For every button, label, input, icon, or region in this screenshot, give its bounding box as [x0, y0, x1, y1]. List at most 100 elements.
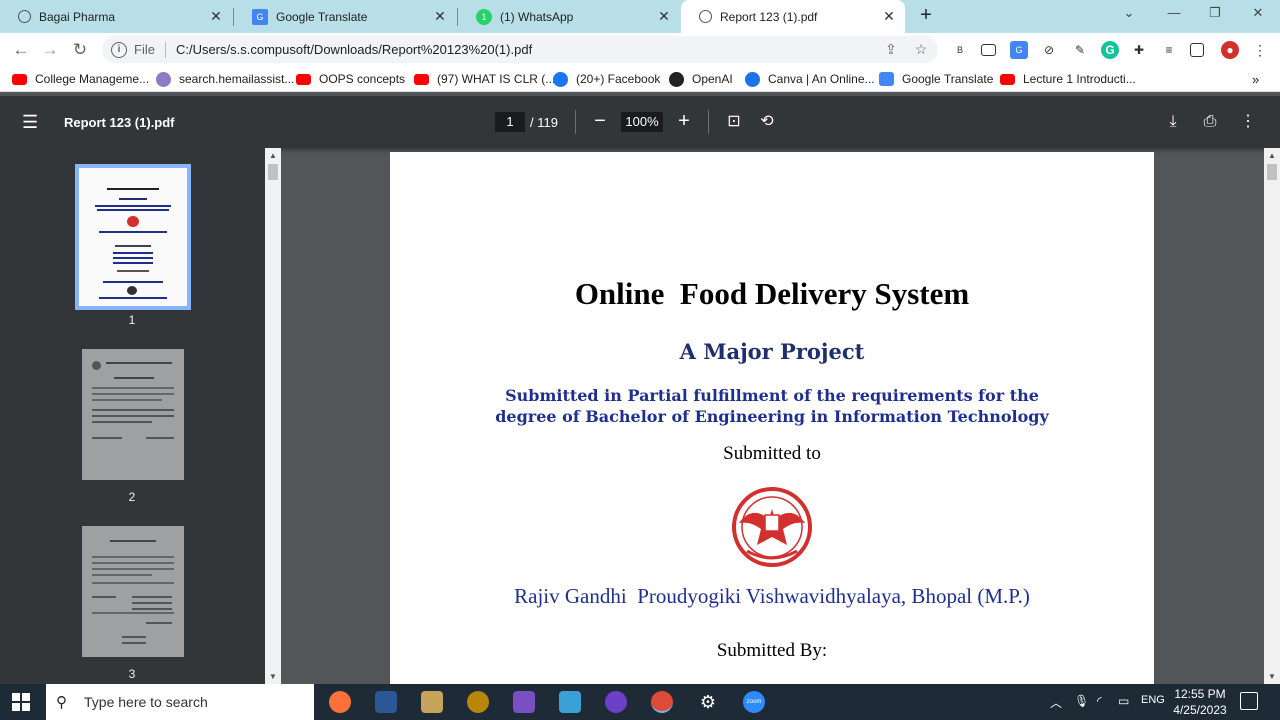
fulfillment-line-1: Submitted in Partial fulfillment of the … [505, 386, 1039, 405]
side-panel-icon[interactable] [1190, 43, 1204, 57]
tab-google-translate[interactable]: G Google Translate ✕ [234, 0, 456, 33]
tab-whatsapp[interactable]: 1 (1) WhatsApp ✕ [458, 0, 680, 33]
more-bookmarks-chevron-icon[interactable]: » [1252, 70, 1259, 88]
back-button[interactable]: ← [10, 39, 32, 61]
bookmark-star-icon[interactable]: ☆ [912, 41, 930, 59]
menu-icon[interactable]: ☰ [22, 112, 42, 132]
clock[interactable]: 12:55 PM 4/25/2023 [1172, 686, 1228, 718]
bookmark-what-is-clr[interactable]: (97) WHAT IS CLR (... [414, 70, 555, 88]
scrollbar-thumb[interactable] [268, 164, 278, 180]
scroll-up-arrow-icon[interactable]: ▲ [265, 151, 281, 160]
reload-button[interactable]: ↻ [69, 39, 91, 61]
page-number-input[interactable]: 1 [495, 112, 525, 132]
eyedropper-icon[interactable]: ✎ [1071, 41, 1089, 59]
profile-avatar[interactable]: ● [1221, 41, 1239, 59]
restore-button[interactable]: ❐ [1205, 5, 1225, 21]
refresh-blocker-icon[interactable]: ⊘ [1040, 41, 1058, 59]
tab-label: Google Translate [276, 9, 368, 24]
tab-label: Bagai Pharma [39, 9, 116, 24]
google-translate-icon [879, 72, 894, 86]
canva-icon [745, 71, 760, 87]
taskbar-search-box[interactable]: ⚲ Type here to search [46, 684, 314, 720]
scroll-down-arrow-icon[interactable]: ▼ [1264, 672, 1280, 681]
extensions-puzzle-icon[interactable]: ✚ [1130, 41, 1148, 59]
bookmark-openai[interactable]: OpenAI [669, 70, 733, 88]
bookmark-oops-concepts[interactable]: OOPS concepts [296, 70, 405, 88]
clock-time: 12:55 PM [1174, 687, 1226, 701]
bookmark-college-management[interactable]: College Manageme... [12, 70, 149, 88]
azure-data-studio-icon[interactable] [559, 691, 581, 713]
picture-in-picture-icon[interactable] [981, 44, 996, 56]
more-options-icon[interactable]: ⋮ [1251, 41, 1269, 59]
info-icon[interactable]: i [111, 41, 127, 58]
sidebar-scrollbar[interactable]: ▲ ▼ [265, 148, 281, 684]
youtube-icon [296, 73, 311, 85]
document-scrollbar[interactable]: ▲ ▼ [1264, 148, 1280, 684]
rotate-icon[interactable]: ⟲ [755, 110, 779, 134]
bookmark-search-hemailassist[interactable]: search.hemailassist... [156, 70, 294, 88]
zoom-in-button[interactable]: + [672, 110, 696, 134]
paint-icon[interactable] [467, 691, 489, 713]
forward-button[interactable]: → [39, 39, 61, 61]
thumbnail-number: 2 [128, 490, 136, 504]
microphone-icon[interactable]: 🎙 [1074, 694, 1089, 708]
thumbnail-page-2[interactable] [82, 349, 184, 480]
page-total: / 119 [530, 115, 558, 130]
fit-to-page-icon[interactable]: ⊡ [722, 110, 746, 134]
print-icon[interactable]: ⎙ [1198, 110, 1222, 134]
tray-chevron-icon[interactable]: ︿ [1050, 694, 1062, 711]
submitted-to-label: Submitted to [723, 443, 821, 464]
zoom-out-button[interactable]: − [588, 110, 612, 134]
minimize-button[interactable]: — [1164, 5, 1184, 20]
more-actions-icon[interactable]: ⋮ [1236, 110, 1260, 134]
facebook-icon [553, 71, 568, 87]
visual-studio-icon[interactable] [513, 691, 535, 713]
close-window-button[interactable]: ✕ [1248, 5, 1268, 21]
share-icon[interactable]: ⇪ [882, 41, 900, 59]
bookmark-facebook[interactable]: (20+) Facebook [553, 70, 660, 88]
url-text[interactable]: C:/Users/s.s.compusoft/Downloads/Report%… [176, 42, 532, 57]
wifi-icon[interactable]: ◜ [1097, 694, 1102, 708]
zoom-app-icon[interactable]: zoom [743, 691, 765, 713]
settings-gear-icon[interactable]: ⚙ [697, 691, 719, 713]
github-desktop-icon[interactable] [605, 691, 627, 713]
search-icon: ⚲ [56, 694, 67, 711]
report-title: Online Food Delivery System [574, 276, 970, 311]
scroll-down-arrow-icon[interactable]: ▼ [265, 672, 281, 681]
scrollbar-thumb[interactable] [1267, 164, 1277, 180]
reading-list-icon[interactable]: ≡ [1160, 41, 1178, 59]
firefox-icon[interactable] [329, 691, 351, 713]
language-indicator[interactable]: ENG [1141, 694, 1165, 706]
bookmark-lecture-1[interactable]: Lecture 1 Introducti... [1000, 70, 1136, 88]
tab-strip: Bagai Pharma ✕ G Google Translate ✕ 1 (1… [0, 0, 1280, 33]
download-icon[interactable]: ⤓ [1161, 110, 1185, 134]
extension-b-icon[interactable]: B [951, 41, 969, 59]
bookmark-google-translate[interactable]: Google Translate [879, 70, 993, 88]
bookmark-label: OpenAI [692, 72, 733, 86]
close-icon[interactable]: ✕ [656, 8, 672, 24]
chrome-icon[interactable] [651, 691, 673, 713]
file-tools-icon[interactable] [421, 691, 443, 713]
tab-report-pdf[interactable]: Report 123 (1).pdf ✕ [681, 0, 905, 33]
google-translate-extension-icon[interactable]: G [1010, 41, 1028, 59]
grammarly-icon[interactable]: G [1101, 41, 1119, 59]
zoom-input[interactable]: 100% [621, 112, 663, 132]
address-bar[interactable]: i File C:/Users/s.s.compusoft/Downloads/… [102, 36, 938, 63]
close-icon[interactable]: ✕ [881, 8, 897, 24]
thumbnail-page-1[interactable] [75, 164, 191, 310]
new-tab-button[interactable]: + [916, 5, 936, 26]
thumbnail-page-3[interactable] [82, 526, 184, 657]
tab-search-chevron-icon[interactable]: ⌄ [1119, 5, 1139, 21]
tab-bagai-pharma[interactable]: Bagai Pharma ✕ [0, 0, 232, 33]
close-icon[interactable]: ✕ [432, 8, 448, 24]
battery-icon[interactable]: ▭ [1118, 694, 1129, 708]
close-icon[interactable]: ✕ [208, 8, 224, 24]
divider [708, 110, 709, 134]
notification-center-icon[interactable] [1240, 692, 1258, 710]
bookmark-canva[interactable]: Canva | An Online... [745, 70, 875, 88]
windows-start-icon[interactable] [12, 693, 30, 711]
scroll-up-arrow-icon[interactable]: ▲ [1264, 151, 1280, 160]
visual-studio-installer-icon[interactable] [375, 691, 397, 713]
youtube-icon [12, 73, 27, 85]
windows-taskbar: ⚲ Type here to search ⚙ zoom ︿ 🎙 ◜ ▭ ENG… [0, 684, 1280, 720]
